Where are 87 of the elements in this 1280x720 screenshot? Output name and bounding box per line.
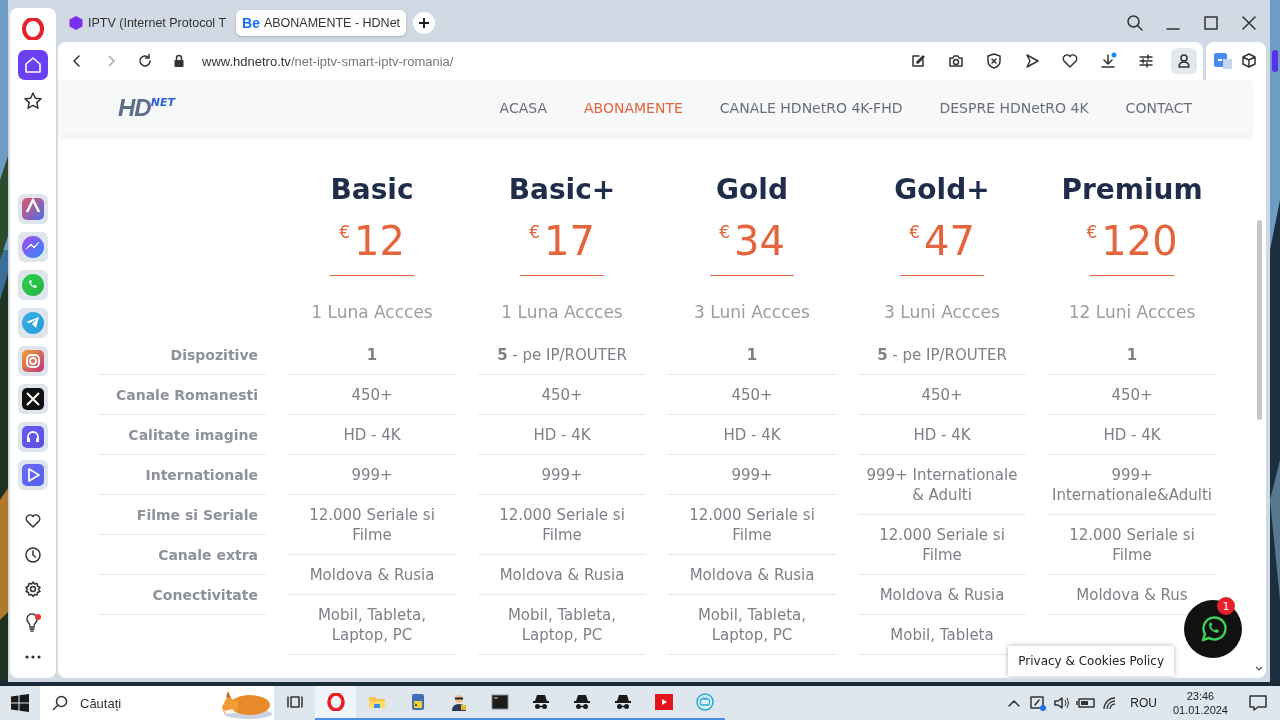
table-cell: 1	[1048, 335, 1216, 375]
table-cell: HD - 4K	[478, 415, 646, 455]
feature-label: Internationale	[98, 455, 266, 495]
plan-price: €120	[1086, 219, 1178, 263]
tab-title: IPTV (Internet Protocol T	[88, 16, 227, 30]
table-cell: 999+	[668, 455, 836, 495]
plan-name: Gold	[716, 173, 788, 207]
table-cell: 12.000 Seriale si Filme	[668, 495, 836, 555]
scroll-down-icon[interactable]	[1255, 666, 1263, 672]
table-cell: Moldova & Rusia	[288, 555, 456, 595]
feature-label: Filme si Seriale	[98, 495, 266, 535]
search-icon	[52, 695, 68, 711]
hexagon-icon	[68, 15, 84, 31]
browser-tab[interactable]: Be ABONAMENTE - HDNet	[236, 10, 407, 36]
favicon-text: Be	[242, 15, 260, 31]
table-cell: 5 - pe IP/ROUTER	[858, 335, 1026, 375]
chat-phone-icon[interactable]	[18, 270, 48, 300]
search-field[interactable]: Căutați	[40, 686, 274, 720]
play-icon[interactable]	[18, 460, 48, 490]
table-cell: 12.000 Seriale si Filme	[858, 515, 1026, 575]
nav-link[interactable]: DESPRE HDNetRO 4K	[939, 99, 1089, 116]
plan-period: 1 Luna Accces	[501, 302, 623, 322]
notification-badge: 1	[1217, 597, 1235, 615]
browser-logo-icon[interactable]	[315, 686, 356, 720]
keyboard-language[interactable]: ROU	[1122, 696, 1165, 710]
search-input[interactable]: Căutați	[78, 694, 198, 712]
plan-period: 3 Luni Accces	[694, 302, 810, 322]
plan-price: €34	[719, 219, 785, 263]
table-cell: 999+ Internationale&Adulti	[1048, 455, 1216, 515]
feature-label: Calitate imagine	[98, 415, 266, 455]
table-cell: 999+ Internationale & Adulti	[858, 455, 1026, 515]
privacy-button[interactable]: Privacy & Cookies Policy	[1008, 646, 1174, 676]
plan-period: 1 Luna Accces	[311, 302, 433, 322]
clock-time[interactable]: 23:46	[1186, 689, 1215, 703]
address-field[interactable]: www.hdnetro.tv/net-iptv-smart-iptv-romania/	[202, 53, 454, 69]
table-cell: HD - 4K	[288, 415, 456, 455]
feature-label: Dispozitive	[98, 335, 266, 375]
table-cell: 999+	[478, 455, 646, 495]
nav-link[interactable]: CANALE HDNetRO 4K-FHD	[719, 99, 903, 116]
table-cell: 450+	[858, 375, 1026, 415]
table-cell: 12.000 Seriale si Filme	[478, 495, 646, 555]
plan-name: Basic+	[508, 173, 616, 207]
feature-label: Canale extra	[98, 535, 266, 575]
scrollbar[interactable]	[1257, 220, 1262, 420]
table-cell: HD - 4K	[668, 415, 836, 455]
clock-date[interactable]: 01.01.2024	[1172, 703, 1228, 717]
table-cell: HD - 4K	[1048, 415, 1216, 455]
table-cell: HD - 4K	[858, 415, 1026, 455]
feature-label: Canale Romanesti	[98, 375, 266, 415]
nav-link[interactable]: CONTACT	[1125, 99, 1192, 116]
profile-icon[interactable]	[1171, 48, 1197, 74]
browser-tab[interactable]: IPTV (Internet Protocol T	[62, 10, 233, 36]
table-cell: 450+	[478, 375, 646, 415]
chat-button[interactable]	[1184, 600, 1242, 658]
table-cell: 450+	[668, 375, 836, 415]
table-cell: Mobil, Tableta, Laptop, PC	[478, 595, 646, 655]
plan-name: Basic	[330, 173, 414, 207]
app-store-icon[interactable]	[18, 194, 48, 224]
table-cell: Moldova & Rusia	[858, 575, 1026, 615]
table-cell: Mobil, Tableta, Laptop, PC	[668, 595, 836, 655]
table-cell: Moldova & Rusia	[668, 555, 836, 595]
table-cell: 1	[288, 335, 456, 375]
plan-name: Gold+	[894, 173, 990, 207]
feature-label: Conectivitate	[98, 575, 266, 615]
messenger-icon[interactable]	[18, 232, 48, 262]
table-cell: 450+	[288, 375, 456, 415]
table-cell: 12.000 Seriale si Filme	[288, 495, 456, 555]
plan-period: 12 Luni Accces	[1068, 302, 1196, 322]
tab-title: ABONAMENTE - HDNet	[263, 16, 401, 30]
table-cell: 450+	[1048, 375, 1216, 415]
new-tab-icon[interactable]	[412, 11, 437, 35]
paper-plane-icon[interactable]	[18, 308, 48, 338]
table-cell: Moldova & Rusia	[478, 555, 646, 595]
table-cell: Mobil, Tableta, Laptop, PC	[288, 595, 456, 655]
plan-price: €17	[529, 219, 595, 263]
headphones-icon[interactable]	[18, 422, 48, 452]
plan-price: €47	[909, 219, 975, 263]
x-logo-icon[interactable]	[18, 384, 48, 414]
plan-price: €12	[339, 219, 405, 263]
plan-name: Premium	[1061, 173, 1203, 207]
table-cell: 1	[668, 335, 836, 375]
table-cell: 999+	[288, 455, 456, 495]
table-cell: 5 - pe IP/ROUTER	[478, 335, 646, 375]
home-icon[interactable]	[18, 50, 48, 80]
table-cell: 12.000 Seriale si Filme	[1048, 515, 1216, 575]
nav-link[interactable]: ACASA	[499, 99, 548, 116]
plan-period: 3 Luni Accces	[884, 302, 1000, 322]
